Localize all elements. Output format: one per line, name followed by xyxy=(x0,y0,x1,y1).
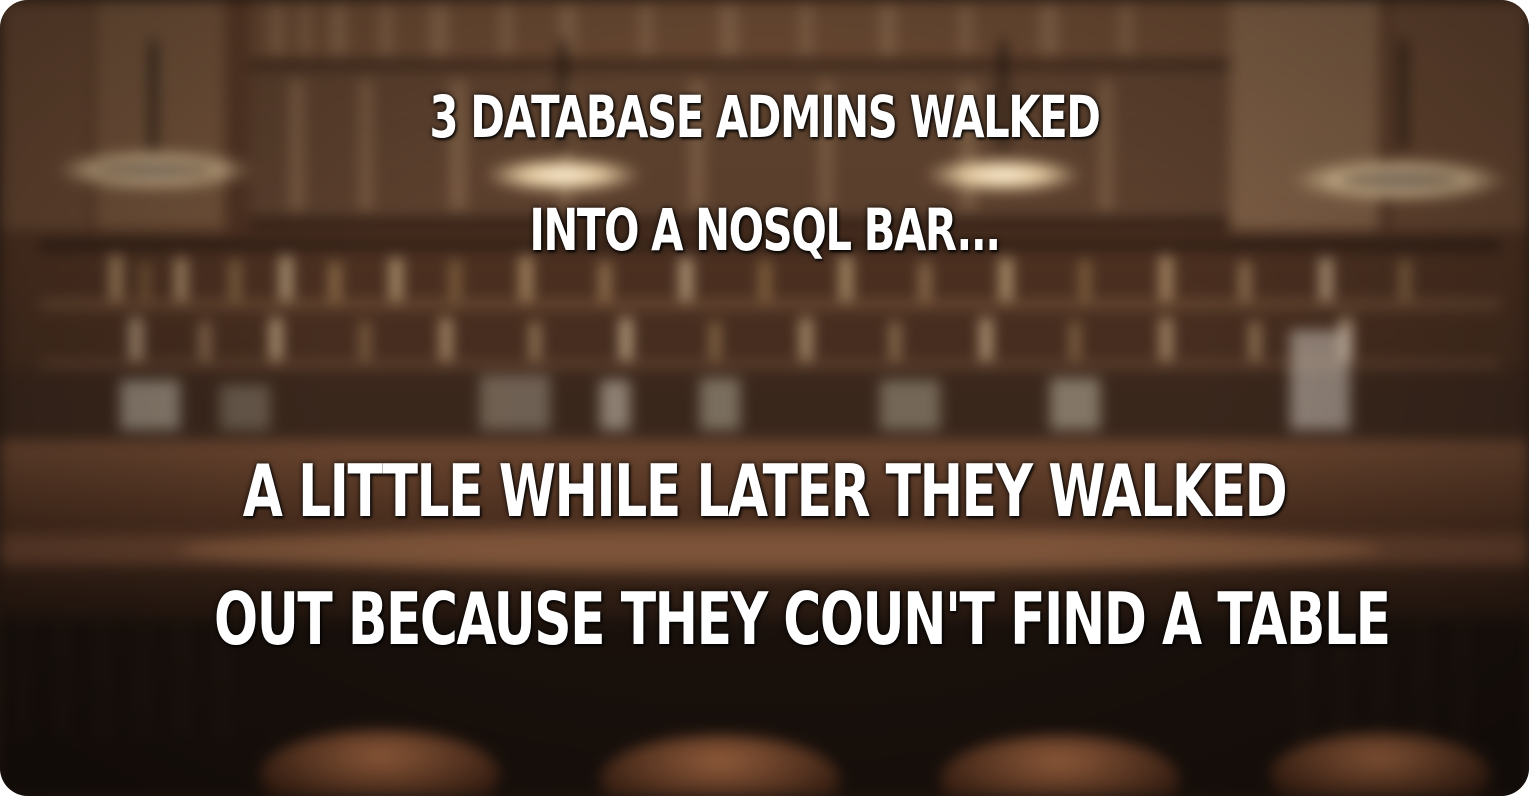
bottom-caption-line-1: A LITTLE WHILE LATER THEY WALKED xyxy=(242,449,1288,533)
top-caption-line-1: 3 DATABASE ADMINS WALKED xyxy=(429,83,1101,151)
top-caption-line-2: INTO A NOSQL BAR... xyxy=(529,196,1001,264)
meme-card: 3 DATABASE ADMINS WALKED INTO A NOSQL BA… xyxy=(0,0,1529,796)
bottom-caption-line-2: OUT BECAUSE THEY COUN'T FIND A TABLE xyxy=(214,577,1391,661)
